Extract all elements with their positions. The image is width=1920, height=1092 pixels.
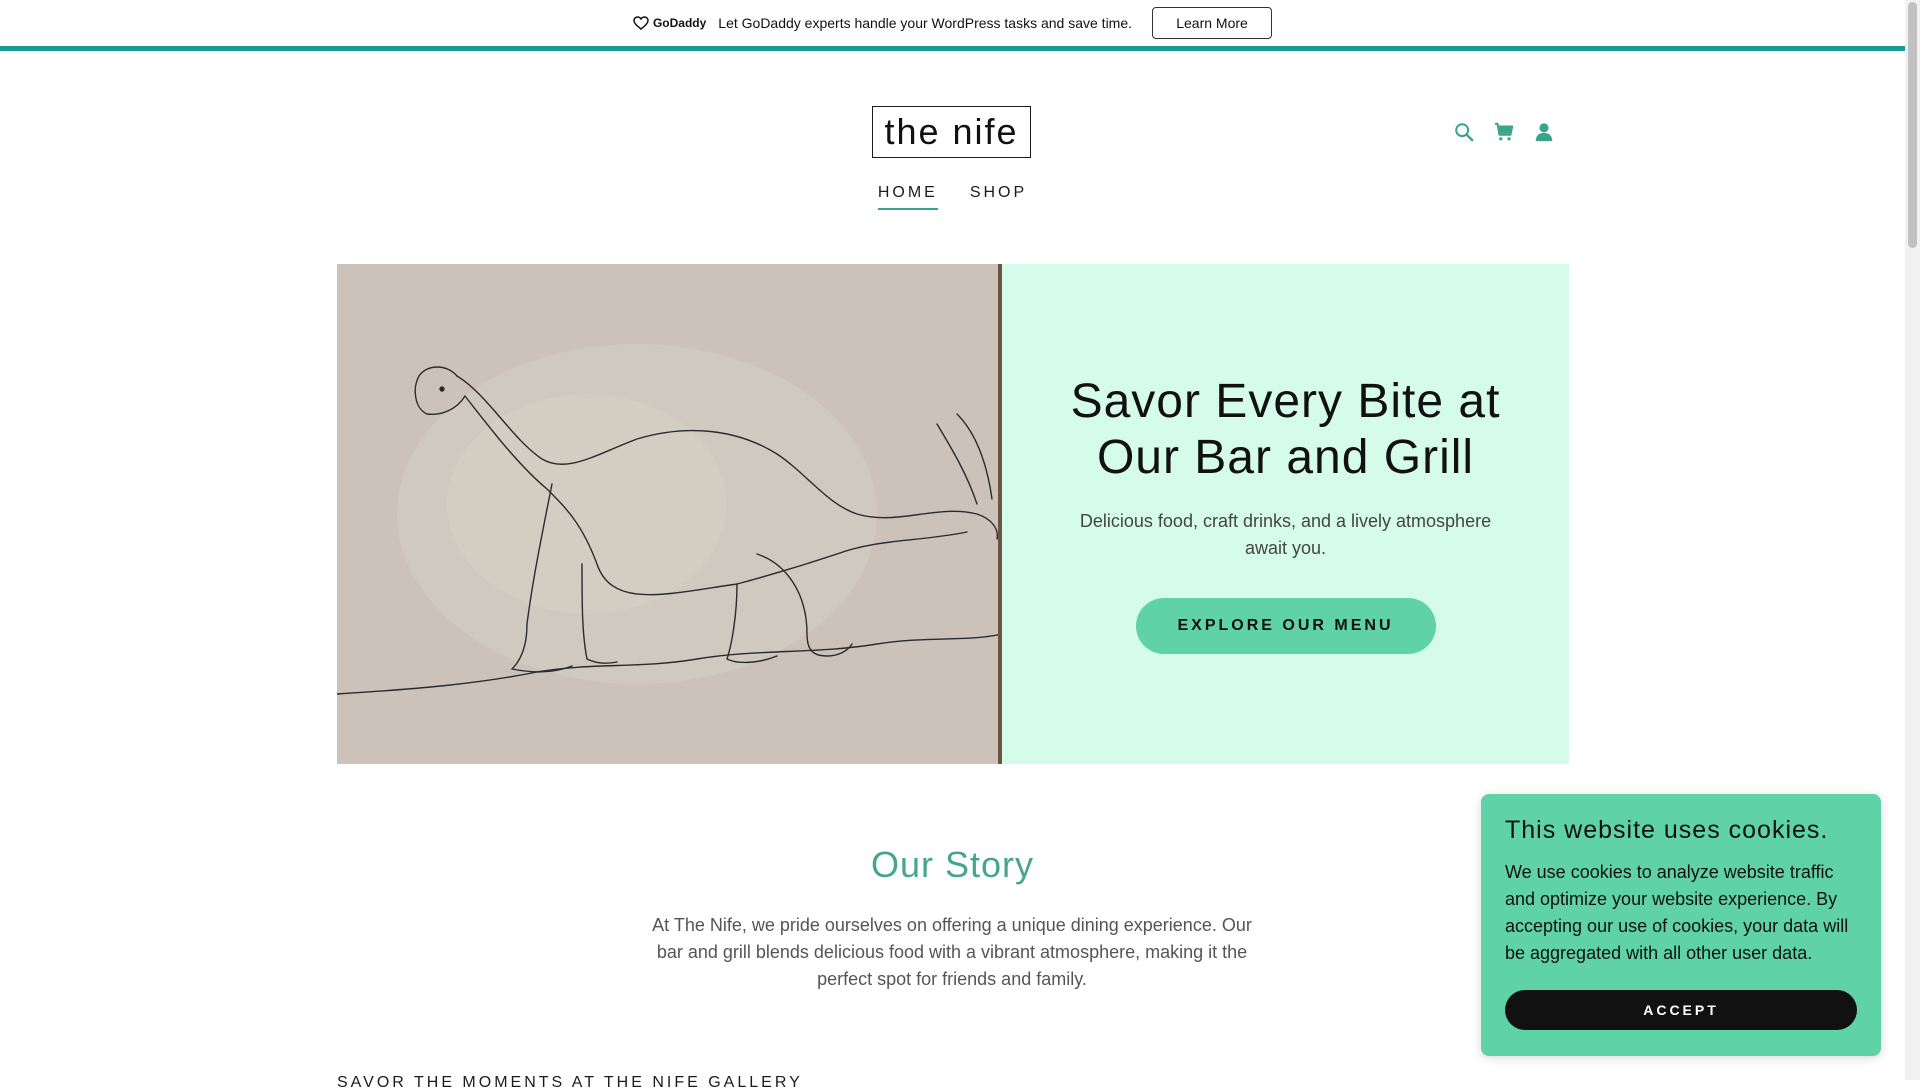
hero-subtitle: Delicious food, craft drinks, and a live…	[1079, 511, 1492, 558]
nav-home[interactable]: HOME	[877, 184, 938, 210]
main-nav: HOME SHOP	[0, 184, 1905, 210]
promo-banner: GoDaddy Let GoDaddy experts handle your …	[0, 0, 1905, 51]
hero-panel: Savor Every Bite at Our Bar and Grill De…	[1002, 264, 1569, 764]
godaddy-logo: GoDaddy	[633, 16, 706, 30]
site-logo[interactable]: the nife	[872, 106, 1031, 158]
hero-section: Savor Every Bite at Our Bar and Grill De…	[337, 264, 1569, 764]
cart-icon[interactable]	[1492, 120, 1516, 144]
header-icons	[1452, 120, 1556, 144]
promo-message: Let GoDaddy experts handle your WordPres…	[718, 15, 1133, 31]
explore-menu-button[interactable]: EXPLORE OUR MENU	[1135, 598, 1436, 654]
accept-cookies-button[interactable]: ACCEPT	[1505, 990, 1857, 1030]
cookie-banner: This website uses cookies. We use cookie…	[1481, 794, 1881, 1056]
hero-title: Savor Every Bite at Our Bar and Grill	[1070, 375, 1501, 484]
godaddy-heart-icon	[633, 16, 649, 30]
gallery-heading: SAVOR THE MOMENTS AT THE NIFE GALLERY	[337, 1074, 803, 1091]
image-edge	[998, 264, 1002, 764]
nav-shop[interactable]: SHOP	[970, 184, 1027, 210]
scrollbar-thumb[interactable]	[1908, 2, 1917, 248]
learn-more-button[interactable]: Learn More	[1152, 7, 1273, 39]
account-icon[interactable]	[1532, 120, 1556, 144]
story-text: At The Nife, we pride ourselves on offer…	[652, 915, 1252, 989]
hero-image	[337, 264, 1002, 764]
godaddy-brand: GoDaddy	[652, 16, 707, 30]
dinosaur-drawing	[337, 264, 1002, 764]
cookie-title: This website uses cookies.	[1505, 816, 1829, 844]
cookie-text: We use cookies to analyze website traffi…	[1505, 862, 1849, 963]
search-icon[interactable]	[1452, 120, 1476, 144]
page-scrollbar[interactable]	[1905, 0, 1920, 1080]
